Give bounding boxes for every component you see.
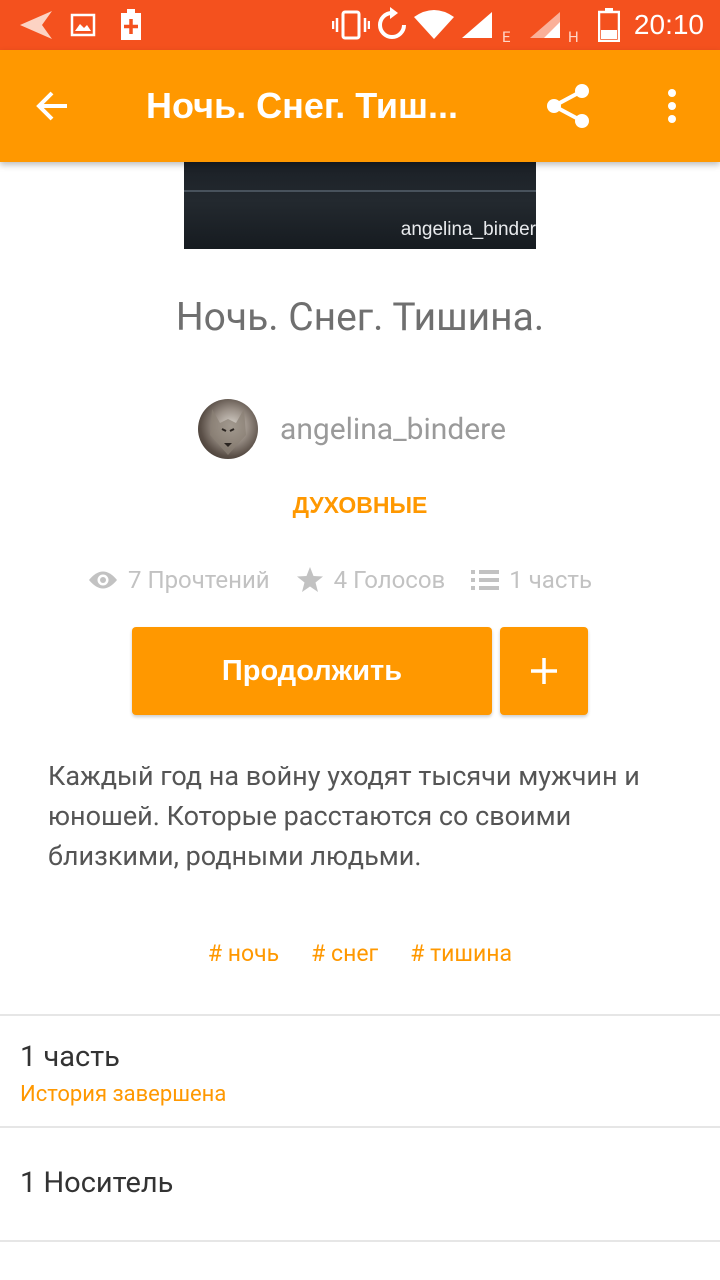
wolf-portrait-image (210, 409, 246, 455)
clock: 20:10 (633, 9, 704, 40)
story-description: Каждый год на войну уходят тысячи мужчин… (48, 760, 640, 872)
star-icon (296, 567, 323, 592)
wifi-icon (414, 0, 454, 50)
tag-snow[interactable]: # снег (311, 940, 378, 967)
continue-reading-button[interactable]: Продолжить (132, 627, 492, 715)
divider (0, 1240, 720, 1242)
cover-snow-streak (184, 190, 536, 192)
list-icon (471, 570, 500, 590)
votes-count: 4 Голосов (333, 566, 446, 594)
story-cover-image: angelina_binder (184, 162, 536, 249)
story-stats: 7 Прочтений 4 Голосов 1 часть (88, 560, 618, 600)
genre-link[interactable]: ДУХОВНЫЕ (0, 492, 720, 519)
status-bar: E H 20:10 (0, 0, 720, 50)
parts-stat: 1 часть (471, 566, 592, 594)
cover-watermark: angelina_binder (400, 219, 536, 240)
battery-icon (598, 0, 620, 50)
parts-count: 1 часть (509, 566, 592, 594)
share-icon (547, 84, 589, 128)
reads-stat: 7 Прочтений (88, 566, 270, 594)
back-button[interactable] (24, 78, 80, 134)
more-vert-icon (668, 89, 676, 123)
vibrate-icon (332, 0, 370, 50)
author-link[interactable]: angelina_bindere (198, 398, 506, 460)
eye-icon (89, 571, 117, 589)
tag-list: # ночь # снег # тишина (0, 940, 720, 967)
avatar (198, 399, 258, 459)
battery-saver-notification-icon (120, 0, 142, 50)
reads-count: 7 Прочтений (128, 566, 270, 594)
network-type-2: H (568, 28, 579, 46)
story-status: История завершена (20, 1082, 227, 1107)
plus-icon (531, 658, 557, 684)
gallery-notification-icon (70, 0, 96, 50)
votes-stat: 4 Голосов (296, 566, 446, 594)
tag-night[interactable]: # ночь (208, 940, 279, 967)
signal-1-icon (460, 0, 494, 50)
share-button[interactable] (536, 78, 600, 134)
navigation-arrow-icon (18, 0, 54, 50)
story-title: Ночь. Снег. Тишина. (175, 294, 545, 340)
carrier-row-title: 1 Носитель (20, 1166, 174, 1200)
network-type-1: E (502, 28, 511, 46)
app-bar-title: Ночь. Снег. Тиш... (146, 85, 459, 126)
parts-row-title: 1 часть (20, 1040, 120, 1074)
parts-row[interactable]: 1 часть История завершена (0, 1016, 720, 1126)
signal-2-icon (528, 0, 562, 50)
arrow-back-icon (36, 91, 67, 121)
carrier-row[interactable]: 1 Носитель (0, 1128, 720, 1240)
add-to-library-button[interactable] (500, 627, 588, 715)
tag-silence[interactable]: # тишина (410, 940, 512, 967)
app-bar: Ночь. Снег. Тиш... (0, 50, 720, 162)
more-options-button[interactable] (648, 78, 696, 134)
sync-icon (374, 0, 410, 50)
author-name: angelina_bindere (280, 411, 506, 447)
